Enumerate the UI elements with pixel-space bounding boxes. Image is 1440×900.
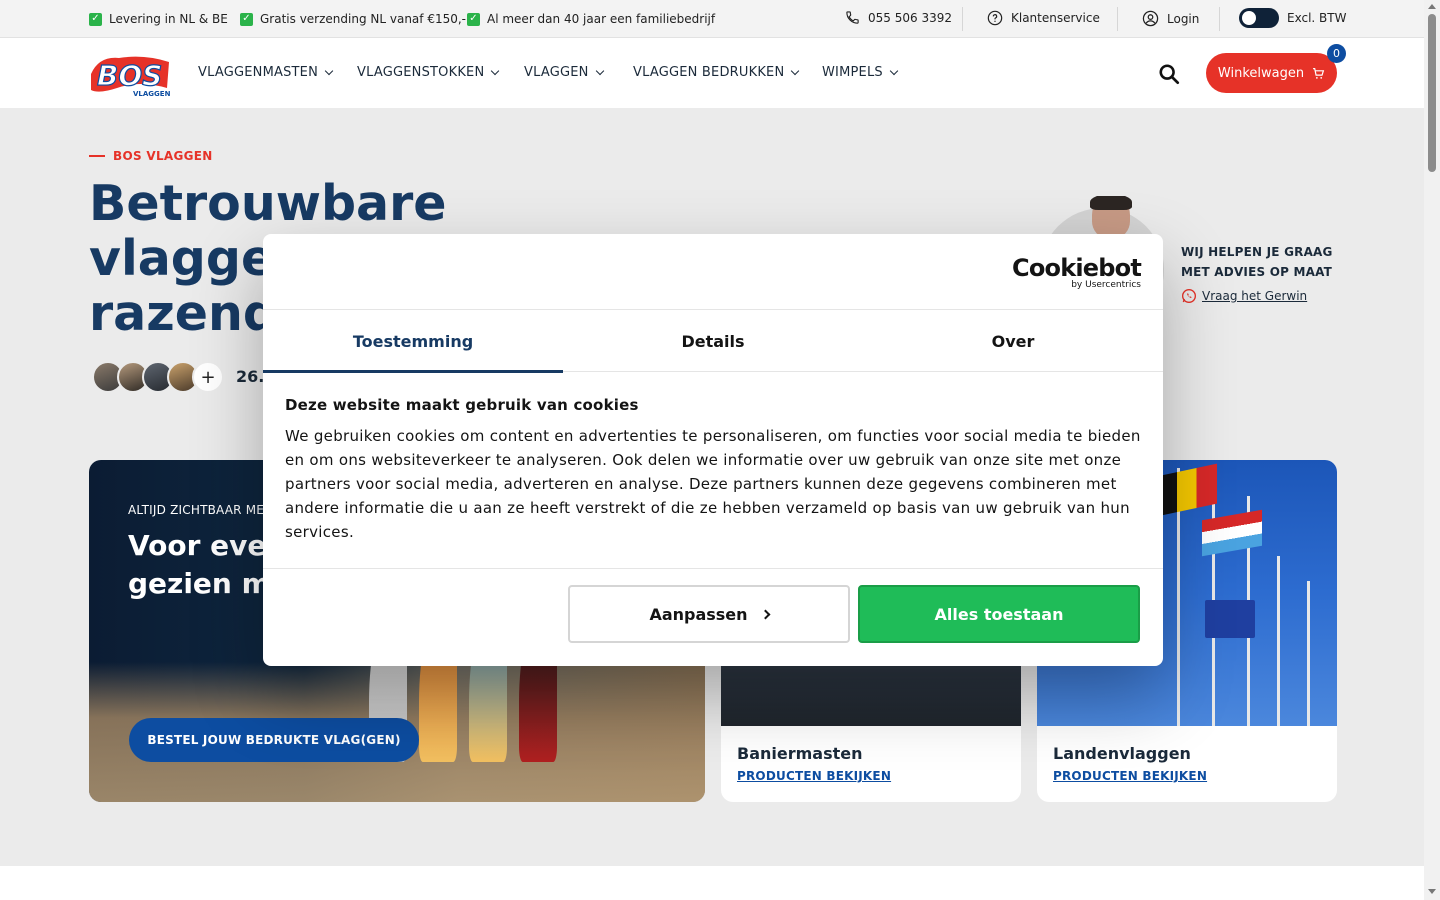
- tab-about[interactable]: Over: [863, 310, 1163, 372]
- customize-button[interactable]: Aanpassen: [568, 585, 850, 643]
- chevron-right-icon: [760, 609, 770, 619]
- dialog-footer: Aanpassen Alles toestaan: [263, 568, 1163, 666]
- tab-details[interactable]: Details: [563, 310, 863, 372]
- allow-all-button[interactable]: Alles toestaan: [858, 585, 1140, 643]
- cookiebot-brand: Cookiebot: [1012, 254, 1142, 282]
- tab-consent[interactable]: Toestemming: [263, 310, 563, 373]
- scroll-thumb[interactable]: [1428, 14, 1436, 172]
- dialog-body: Deze website maakt gebruik van cookies W…: [285, 396, 1141, 544]
- page-scrollbar[interactable]: [1424, 0, 1440, 900]
- dialog-header: Cookiebot by Usercentrics: [263, 234, 1163, 310]
- scroll-up-arrow-icon[interactable]: [1428, 4, 1436, 9]
- consent-tabs: Toestemming Details Over: [263, 310, 1163, 373]
- cookie-heading: Deze website maakt gebruik van cookies: [285, 396, 639, 414]
- cookie-consent-dialog: Cookiebot by Usercentrics Toestemming De…: [263, 234, 1163, 666]
- customize-label: Aanpassen: [649, 604, 748, 624]
- cookiebot-logo: Cookiebot by Usercentrics: [1012, 254, 1142, 290]
- cookie-description: We gebruiken cookies om content en adver…: [285, 427, 1141, 541]
- scroll-down-arrow-icon[interactable]: [1428, 889, 1436, 894]
